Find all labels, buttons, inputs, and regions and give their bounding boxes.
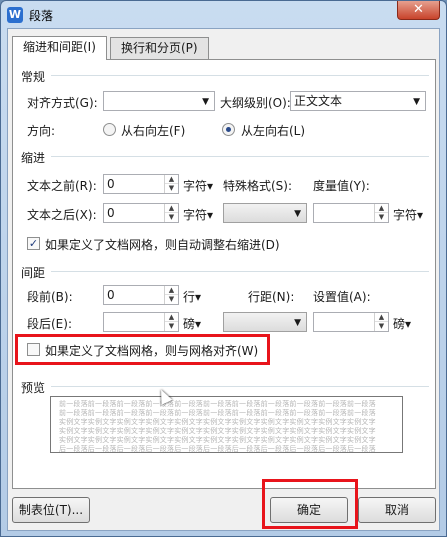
preview-line: 前一段落前一段落前一段落前一段落前一段落前一段落前一段落前一段落前一段落前一段落… [59,409,376,417]
spin-up-icon[interactable]: ▲ [375,313,388,322]
spacing-before-value: 0 [107,288,115,302]
grid-align-checkbox[interactable] [27,343,40,356]
indent-before-input[interactable]: 0 ▲ ▼ [103,174,179,194]
preview-line: 实例文字实例文字实例文字实例文字实例文字实例文字实例文字实例文字实例文字实例文字… [59,418,376,426]
ltr-radio[interactable] [222,123,235,136]
spin-up-icon[interactable]: ▲ [375,204,388,213]
section-divider [51,75,429,76]
section-indent-label: 缩进 [21,151,46,165]
special-format-select[interactable]: ▼ [223,203,307,223]
title-bar: W 段落 ✕ [1,1,446,28]
spin-down-icon[interactable]: ▼ [165,213,178,222]
spacing-before-input[interactable]: 0 ▲ ▼ [103,285,179,305]
spin-up-icon[interactable]: ▲ [165,204,178,213]
outline-level-select[interactable]: 正文文本 ▼ [290,91,426,111]
cancel-button[interactable]: 取消 [358,497,436,523]
special-format-label: 特殊格式(S): [223,179,293,193]
section-divider [51,156,429,157]
preview-line: 后一段落后一段落后一段落后一段落后一段落后一段落后一段落后一段落后一段落后一段落… [59,445,376,453]
dropdown-arrow-icon: ▼ [413,97,420,107]
paragraph-dialog: W 段落 ✕ 缩进和间距(I) 换行和分页(P) 常规 对齐方式(G): ▼ 大… [0,0,447,537]
alignment-label: 对齐方式(G): [27,96,98,110]
preview-line: 实例文字实例文字实例文字实例文字实例文字实例文字实例文字实例文字实例文字实例文字… [59,436,376,444]
tab-line-page-breaks[interactable]: 换行和分页(P) [110,37,209,59]
section-divider [51,386,429,387]
indent-after-label: 文本之后(X): [27,208,97,222]
ok-button[interactable]: 确定 [270,497,348,523]
outline-level-label: 大纲级别(O): [220,96,291,110]
alignment-select[interactable]: ▼ [103,91,215,111]
line-spacing-label: 行距(N): [248,290,295,304]
tab-stops-button[interactable]: 制表位(T)... [12,497,90,523]
rtl-radio[interactable] [103,123,116,136]
wps-app-icon: W [7,7,23,23]
indent-after-unit[interactable]: 字符▾ [183,206,213,223]
dialog-title: 段落 [29,9,54,23]
auto-adjust-checkbox[interactable]: ✓ [27,237,40,250]
spacing-before-unit[interactable]: 行▾ [183,288,201,305]
measure-label: 度量值(Y): [313,179,370,193]
auto-adjust-label[interactable]: 如果定义了文档网格，则自动调整右缩进(D) [45,236,280,253]
spacing-after-label: 段后(E): [27,317,72,331]
direction-label: 方向: [27,124,56,138]
close-button[interactable]: ✕ [397,1,440,20]
section-spacing-label: 间距 [21,266,46,280]
measure-unit[interactable]: 字符▾ [393,206,423,223]
grid-align-label[interactable]: 如果定义了文档网格，则与网格对齐(W) [45,342,258,359]
ltr-label[interactable]: 从左向右(L) [241,122,305,139]
set-value-input[interactable]: ▲ ▼ [313,312,389,332]
spin-down-icon[interactable]: ▼ [165,322,178,331]
indent-before-label: 文本之前(R): [27,179,97,193]
section-preview-label: 预览 [21,381,46,395]
tab-indent-spacing[interactable]: 缩进和间距(I) [12,36,107,60]
preview-line: 前一段落前一段落前一段落前一段落前一段落前一段落前一段落前一段落前一段落前一段落… [59,400,376,408]
spin-up-icon[interactable]: ▲ [165,286,178,295]
indent-after-input[interactable]: 0 ▲ ▼ [103,203,179,223]
spacing-after-input[interactable]: ▲ ▼ [103,312,179,332]
spin-down-icon[interactable]: ▼ [165,295,178,304]
outline-level-value: 正文文本 [294,94,343,108]
set-value-label: 设置值(A): [313,290,371,304]
section-general-label: 常规 [21,70,46,84]
set-value-unit[interactable]: 磅▾ [393,315,411,332]
measure-input[interactable]: ▲ ▼ [313,203,389,223]
spacing-before-label: 段前(B): [27,290,73,304]
section-divider [51,271,429,272]
dropdown-arrow-icon: ▼ [202,97,209,107]
dialog-client: 缩进和间距(I) 换行和分页(P) 常规 对齐方式(G): ▼ 大纲级别(O):… [7,28,440,531]
spin-up-icon[interactable]: ▲ [165,313,178,322]
indent-before-unit[interactable]: 字符▾ [183,177,213,194]
line-spacing-select[interactable]: ▼ [223,312,307,332]
rtl-label[interactable]: 从右向左(F) [121,122,185,139]
preview-line: 实例文字实例文字实例文字实例文字实例文字实例文字实例文字实例文字实例文字实例文字… [59,427,376,435]
indent-before-value: 0 [107,177,115,191]
spin-down-icon[interactable]: ▼ [375,322,388,331]
spin-down-icon[interactable]: ▼ [375,213,388,222]
dropdown-arrow-icon: ▼ [294,209,301,219]
spacing-after-unit[interactable]: 磅▾ [183,315,201,332]
spin-down-icon[interactable]: ▼ [165,184,178,193]
preview-box: 前一段落前一段落前一段落前一段落前一段落前一段落前一段落前一段落前一段落前一段落… [50,396,403,453]
spin-up-icon[interactable]: ▲ [165,175,178,184]
indent-after-value: 0 [107,206,115,220]
dropdown-arrow-icon: ▼ [294,318,301,328]
